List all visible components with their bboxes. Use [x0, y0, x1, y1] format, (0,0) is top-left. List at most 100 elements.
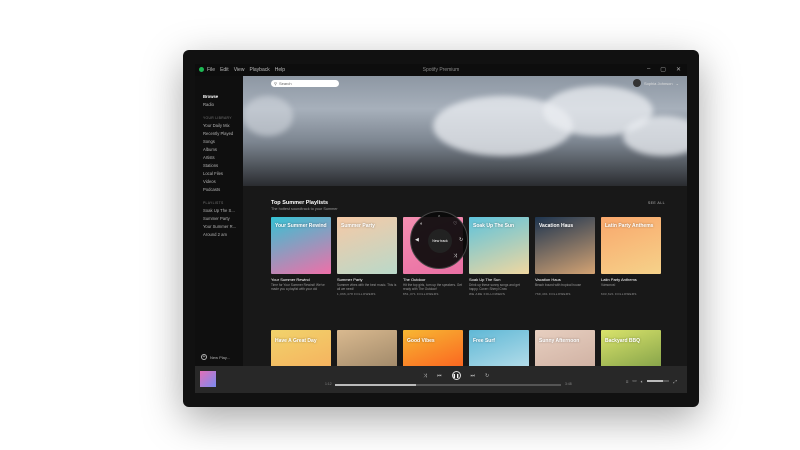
sidebar-item-local-files[interactable]: Local Files [203, 171, 223, 176]
playlist-cover[interactable]: Have A Great Day [271, 330, 331, 366]
sidebar-item-browse[interactable]: Browse [203, 94, 218, 99]
playlist-card[interactable]: Your Summer Rewind Your Summer Rewind Time… [271, 217, 331, 292]
playlist-description: Time for Your Summer Rewind! We've made … [271, 283, 325, 291]
heart-icon[interactable]: ♡ [453, 221, 457, 227]
shuffle-icon[interactable]: ⤨ [453, 253, 457, 259]
sidebar-item-podcasts[interactable]: Podcasts [203, 187, 220, 192]
sidebar-item-recently-played[interactable]: Recently Played [203, 131, 233, 136]
playlist-title[interactable]: Summer Party [337, 277, 397, 282]
search-icon: ⚲ [274, 81, 277, 86]
sidebar-item-albums[interactable]: Albums [203, 147, 217, 152]
volume-slider[interactable] [647, 380, 670, 382]
sidebar-item-artists[interactable]: Artists [203, 155, 215, 160]
sidebar: Browse Radio YOUR LIBRARY Your Daily Mix… [195, 76, 243, 366]
playlist-description: Vámonos! [601, 283, 616, 287]
playlist-card[interactable]: Latin Party Anthems Latin Party Anthems Vá… [601, 217, 661, 296]
sidebar-item-songs[interactable]: Songs [203, 139, 215, 144]
shuffle-icon[interactable]: ⤨ [423, 373, 427, 379]
sidebar-playlist-item[interactable]: Summer Party [203, 216, 230, 221]
playlist-followers: 769,491 FOLLOWERS [535, 292, 571, 296]
playlist-card[interactable]: Summer Party Summer Party Summer vibes wit… [337, 217, 397, 296]
window-controls: – ▢ ✕ [647, 66, 681, 73]
playlist-cover[interactable]: Backyard BBQ [601, 330, 661, 366]
sidebar-item-stations[interactable]: Stations [203, 163, 218, 168]
cover-text: Vacation Haus [539, 223, 574, 229]
playlist-cover[interactable]: Good Vibes [403, 330, 463, 366]
sidebar-playlist-item[interactable]: Soak Up The S... [203, 208, 235, 213]
playlist-cover[interactable]: Summer Party [337, 217, 397, 274]
repeat-icon[interactable]: ↻ [485, 373, 489, 379]
play-pause-button[interactable]: ❚❚ [451, 371, 461, 380]
device-icon[interactable]: ▭ [632, 378, 636, 384]
playlist-title[interactable]: Vacation Haus [535, 277, 595, 282]
next-icon[interactable]: ⏭ [471, 373, 476, 379]
previous-icon[interactable]: ◀ [415, 237, 419, 243]
sidebar-item-radio[interactable]: Radio [203, 102, 214, 107]
playlist-cover[interactable]: Sunny Afternoon [535, 330, 595, 366]
playlist-title[interactable]: Soak Up The Sun [469, 277, 529, 282]
playlist-card[interactable] [337, 330, 397, 366]
playlist-cover[interactable]: Your Summer Rewind [271, 217, 331, 274]
playlists-heading: PLAYLISTS [203, 201, 224, 205]
playlist-followers: 851,371 FOLLOWERS [403, 292, 439, 296]
playlist-cover[interactable]: Latin Party Anthems [601, 217, 661, 274]
close-button[interactable]: ✕ [676, 66, 681, 73]
search-placeholder: Search [278, 81, 292, 86]
playlist-card[interactable]: Sunny Afternoon [535, 330, 595, 366]
sidebar-playlist-item[interactable]: Your Summer R... [203, 224, 236, 229]
repeat-icon[interactable]: ↻ [459, 237, 463, 243]
playlist-cover[interactable]: Free Surf [469, 330, 529, 366]
chevron-down-icon: ⌄ [675, 80, 679, 86]
playlist-cover[interactable] [337, 330, 397, 366]
playlist-card[interactable]: Free Surf [469, 330, 529, 366]
playlist-description: Drink up these sunny songs and get happy… [469, 283, 520, 291]
user-name: Sophia Johnson [643, 80, 673, 86]
playlist-title[interactable]: Latin Party Anthems [601, 277, 661, 282]
playlist-followers: 1,066,478 FOLLOWERS [337, 292, 376, 296]
playlist-cover[interactable]: Soak Up The Sun [469, 217, 529, 274]
title-bar: File Edit View Playback Help Spotify Pre… [195, 64, 687, 76]
maximize-button[interactable]: ▢ [660, 66, 666, 73]
radial-center-label[interactable]: New track [428, 229, 452, 253]
playlist-description: Beach bound with tropical house [535, 283, 582, 287]
sidebar-playlist-item[interactable]: Around 2 am [203, 232, 227, 237]
volume-control: ≡ ▭ 🔈︎ ⤢ [626, 378, 677, 384]
previous-icon[interactable]: ⏮ [437, 373, 442, 379]
playlist-description: Hit the top girls, turn up the speakers.… [403, 283, 462, 291]
playlist-card[interactable]: Have A Great Day [271, 330, 331, 366]
playlist-card[interactable]: Backyard BBQ [601, 330, 661, 366]
playback-controls: ⤨ ⏮ ❚❚ ⏭ ↻ [423, 371, 489, 380]
main-content: ⚲ Search Sophia Johnson ⌄ Top Summer Pla… [243, 76, 687, 366]
volume-icon[interactable]: ◐ [420, 221, 423, 227]
radial-menu[interactable]: ⌃ ♡ ↻ ⤨ ◀ ◐ New track [410, 211, 468, 269]
playlist-card[interactable]: Soak Up The Sun Soak Up The Sun Drink up t… [469, 217, 529, 296]
playlist-card[interactable]: Vacation Haus Vacation Haus Beach bound wi… [535, 217, 595, 296]
cover-text: Soak Up The Sun [473, 223, 515, 229]
time-total: 3:48 [565, 382, 572, 386]
cover-text: Good Vibes [407, 338, 435, 344]
see-all-link[interactable]: SEE ALL [648, 201, 665, 205]
cover-text: Latin Party Anthems [605, 223, 654, 229]
minimize-button[interactable]: – [647, 66, 650, 73]
playlist-title[interactable]: Your Summer Rewind [271, 277, 331, 282]
now-playing-cover[interactable] [200, 371, 216, 387]
playlist-card[interactable]: Good Vibes [403, 330, 463, 366]
new-playlist-label: New Play... [210, 354, 230, 360]
speaker-icon[interactable]: 🔈︎ [641, 379, 644, 384]
cloud-shape [623, 116, 687, 156]
cover-text: Backyard BBQ [605, 338, 641, 344]
progress-bar[interactable] [335, 384, 561, 386]
fullscreen-icon[interactable]: ⤢ [673, 379, 677, 384]
up-icon[interactable]: ⌃ [437, 215, 441, 221]
search-input[interactable]: ⚲ Search [271, 80, 339, 87]
cover-text: Your Summer Rewind [275, 223, 327, 229]
time-elapsed: 1:12 [325, 382, 332, 386]
playlist-title[interactable]: The Outdoor [403, 277, 463, 282]
sidebar-item-daily-mix[interactable]: Your Daily Mix [203, 123, 230, 128]
playlist-cover[interactable]: Vacation Haus [535, 217, 595, 274]
new-playlist-button[interactable]: + New Play... [201, 354, 230, 360]
sidebar-item-videos[interactable]: Videos [203, 179, 216, 184]
user-menu[interactable]: Sophia Johnson ⌄ [632, 79, 679, 87]
cover-text: Have A Great Day [275, 338, 317, 344]
queue-icon[interactable]: ≡ [626, 379, 629, 384]
